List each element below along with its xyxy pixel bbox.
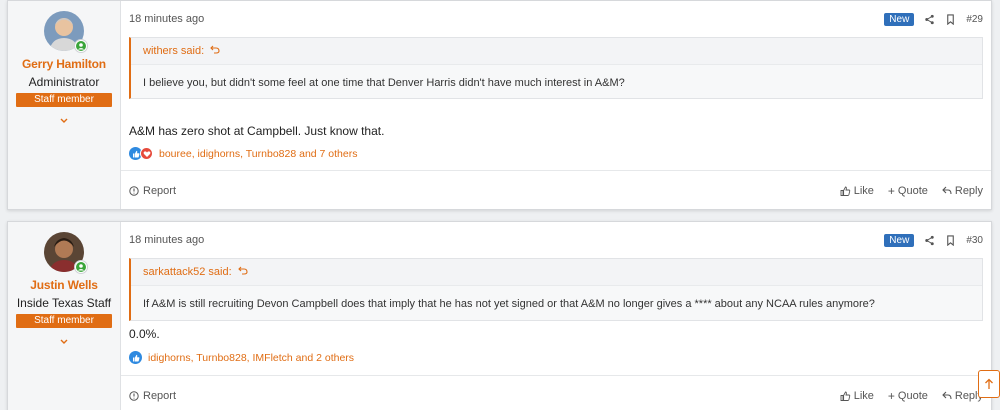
username[interactable]: Justin Wells — [30, 278, 98, 292]
like-label: Like — [853, 389, 874, 402]
quote-header[interactable]: withers said: — [131, 38, 982, 65]
bookmark-icon[interactable] — [945, 14, 956, 25]
post-number[interactable]: #29 — [966, 14, 983, 25]
reply-icon — [942, 186, 952, 195]
post: Gerry Hamilton Administrator Staff membe… — [7, 0, 992, 210]
staff-badge: Staff member — [16, 314, 112, 328]
report-label: Report — [143, 389, 177, 402]
plus-icon: + — [887, 388, 895, 403]
chevron-down-icon[interactable] — [60, 117, 68, 127]
reaction-users[interactable]: idighorns, Turnbo828, IMFletch and 2 oth… — [148, 352, 354, 364]
post-actions: Like + Quote Reply — [840, 389, 983, 403]
reply-button[interactable]: Reply — [942, 185, 983, 197]
quote-button[interactable]: + Quote — [888, 389, 928, 403]
quote-author[interactable]: withers said: — [143, 45, 204, 57]
quote-button[interactable]: + Quote — [888, 184, 928, 198]
username[interactable]: Gerry Hamilton — [22, 57, 106, 71]
bookmark-icon[interactable] — [945, 235, 956, 246]
post-main: 18 minutes ago New #29 withers said: I b… — [121, 1, 991, 209]
scroll-to-top-button[interactable] — [978, 370, 1000, 398]
quote-block: withers said: I believe you, but didn't … — [129, 37, 983, 99]
user-title: Administrator — [28, 75, 100, 89]
online-status-icon — [74, 39, 88, 53]
share-icon[interactable] — [924, 235, 935, 246]
thumbs-up-icon — [840, 186, 850, 196]
quote-author[interactable]: sarkattack52 said: — [143, 266, 232, 278]
avatar-wrap — [44, 11, 88, 53]
quote-text: I believe you, but didn't some feel at o… — [143, 77, 625, 89]
user-cell: Gerry Hamilton Administrator Staff membe… — [8, 1, 121, 209]
like-button[interactable]: Like — [840, 185, 874, 197]
quote-text: If A&M is still recruiting Devon Campbel… — [143, 298, 875, 310]
user-cell: Justin Wells Inside Texas Staff Staff me… — [8, 222, 121, 410]
report-button[interactable]: Report — [129, 185, 176, 197]
chevron-down-icon[interactable] — [60, 338, 68, 348]
like-button[interactable]: Like — [840, 390, 874, 402]
quote-label: Quote — [897, 389, 928, 402]
jump-to-quote-icon[interactable] — [237, 266, 248, 278]
like-icon — [129, 351, 142, 364]
post-message: 0.0%. — [129, 327, 160, 341]
post: Justin Wells Inside Texas Staff Staff me… — [7, 221, 992, 410]
post-actions: Like + Quote Reply — [840, 184, 983, 198]
quote-label: Quote — [897, 184, 928, 197]
report-button[interactable]: Report — [129, 390, 176, 402]
new-badge: New — [884, 234, 915, 247]
report-icon — [129, 390, 139, 401]
post-main: 18 minutes ago New #30 sarkattack52 said… — [121, 222, 991, 410]
quote-header[interactable]: sarkattack52 said: — [131, 259, 982, 286]
share-icon[interactable] — [924, 14, 935, 25]
reply-icon — [942, 391, 952, 400]
jump-to-quote-icon[interactable] — [210, 45, 220, 57]
post-meta-actions: New #29 — [884, 13, 983, 26]
reaction-users[interactable]: bouree, idighorns, Turnbo828 and 7 other… — [159, 148, 357, 160]
post-time[interactable]: 18 minutes ago — [129, 234, 204, 246]
staff-badge: Staff member — [16, 93, 112, 107]
post-number[interactable]: #30 — [966, 235, 983, 246]
online-status-icon — [74, 260, 88, 274]
reply-button[interactable]: Reply — [942, 390, 983, 402]
post-footer: Report Like + Quote Reply — [121, 170, 991, 210]
avatar-wrap — [44, 232, 88, 274]
love-icon — [140, 147, 153, 160]
post-meta-actions: New #30 — [884, 234, 983, 247]
report-label: Report — [143, 184, 177, 197]
reply-label: Reply — [954, 184, 983, 197]
report-icon — [129, 185, 139, 196]
quote-block: sarkattack52 said: If A&M is still recru… — [129, 258, 983, 321]
user-title: Inside Texas Staff — [16, 296, 112, 310]
post-time[interactable]: 18 minutes ago — [129, 13, 204, 25]
arrow-up-icon — [985, 378, 993, 389]
reactions-bar[interactable]: idighorns, Turnbo828, IMFletch and 2 oth… — [129, 351, 354, 364]
plus-icon: + — [887, 183, 895, 198]
post-footer: Report Like + Quote Reply — [121, 375, 991, 410]
reactions-bar[interactable]: bouree, idighorns, Turnbo828 and 7 other… — [129, 147, 357, 160]
thumbs-up-icon — [840, 391, 850, 401]
like-label: Like — [853, 184, 874, 197]
new-badge: New — [884, 13, 915, 26]
post-message: A&M has zero shot at Campbell. Just know… — [129, 124, 385, 138]
